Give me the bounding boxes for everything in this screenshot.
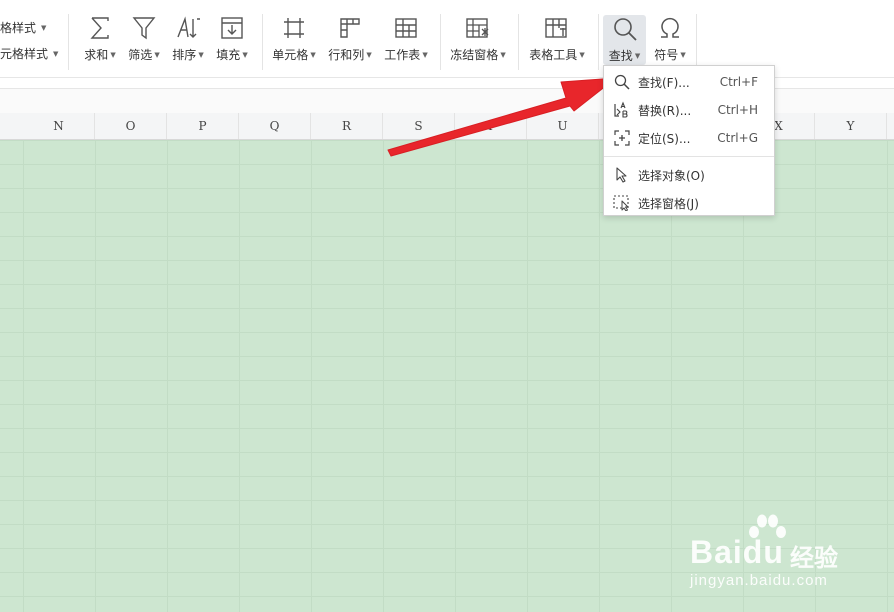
column-header-t[interactable]: T [455,113,527,139]
watermark-brand: Baidu [690,534,784,570]
menu-item-find[interactable]: 查找(F)... Ctrl+F [604,69,774,95]
cell-icon [280,14,308,42]
table-tools-button[interactable]: 表格工具 ▼ [527,14,587,68]
chevron-down-icon: ▼ [680,50,686,59]
column-header-u[interactable]: U [527,113,599,139]
find-label: 查找 [608,49,633,63]
freeze-panes-icon [464,14,492,42]
menu-item-replace-shortcut: Ctrl+H [717,103,758,117]
symbol-label: 符号 [654,48,679,62]
find-button[interactable]: 查找 ▼ [603,15,646,65]
watermark-url: jingyan.baidu.com [690,572,828,589]
sum-button[interactable]: 求和 ▼ [82,14,118,68]
chevron-down-icon: ▼ [53,49,59,58]
chevron-down-icon: ▼ [634,51,641,60]
freeze-panes-button[interactable]: 冻结窗格 ▼ [448,14,508,68]
column-header-r[interactable]: R [311,113,383,139]
locate-icon [612,130,632,146]
fill-button[interactable]: 填充 ▼ [214,14,250,68]
column-header-p[interactable]: P [167,113,239,139]
chevron-down-icon: ▼ [110,50,116,59]
chevron-down-icon: ▼ [310,50,316,59]
sort-button[interactable]: 排序 ▼ [170,14,206,68]
menu-item-replace[interactable]: 替换(R)... Ctrl+H [604,97,774,123]
selection-pane-icon [612,195,632,211]
column-header-o[interactable]: O [95,113,167,139]
row-column-button[interactable]: 行和列 ▼ [326,14,374,68]
chevron-down-icon: ▼ [41,23,47,32]
cell-style-label: 单元格样式 [0,47,49,61]
toolbar-divider [68,14,69,70]
menu-item-selection-pane-label: 选择窗格(J) [638,196,699,211]
cell-label: 单元格 [272,48,309,62]
row-column-label: 行和列 [328,48,365,62]
magnifier-icon [611,15,639,43]
sum-label: 求和 [84,48,109,62]
filter-button[interactable]: 筛选 ▼ [126,14,162,68]
column-header-q[interactable]: Q [239,113,311,139]
symbol-button[interactable]: 符号 ▼ [650,14,690,68]
worksheet-icon [392,14,420,42]
menu-item-locate[interactable]: 定位(S)... Ctrl+G [604,125,774,151]
toolbar-divider [262,14,263,70]
chevron-down-icon: ▼ [422,50,428,59]
worksheet-label: 工作表 [384,48,421,62]
freeze-panes-label: 冻结窗格 [450,48,499,62]
sort-icon [174,14,202,42]
fill-label: 填充 [216,48,241,62]
chevron-down-icon: ▼ [242,50,248,59]
column-header-s[interactable]: S [383,113,455,139]
menu-item-locate-shortcut: Ctrl+G [717,131,758,145]
menu-item-replace-label: 替换(R)... [638,103,692,118]
toolbar-divider [696,14,697,70]
menu-divider [604,156,774,157]
chevron-down-icon: ▼ [579,50,585,59]
cell-style-button[interactable]: 单元格样式 ▼ [0,45,58,62]
chevron-down-icon: ▼ [198,50,204,59]
toolbar-divider [518,14,519,70]
sort-label: 排序 [172,48,197,62]
funnel-icon [130,14,158,42]
toolbar-divider [598,14,599,70]
pointer-icon [612,167,632,183]
menu-item-find-shortcut: Ctrl+F [719,75,758,89]
magnifier-icon [612,74,632,90]
menu-item-select-objects-label: 选择对象(O) [638,168,705,183]
fill-down-icon [218,14,246,42]
table-tools-icon [543,14,571,42]
column-header-n[interactable]: N [23,113,95,139]
row-column-icon [336,14,364,42]
chevron-down-icon: ▼ [366,50,372,59]
cell-button[interactable]: 单元格 ▼ [270,14,318,68]
omega-icon [656,14,684,42]
replace-icon [612,101,632,119]
menu-item-selection-pane[interactable]: 选择窗格(J) [604,190,774,216]
menu-item-locate-label: 定位(S)... [638,131,691,146]
baidu-jingyan-watermark: Baidu 经验 jingyan.baidu.com [690,512,860,600]
find-dropdown-menu: 查找(F)... Ctrl+F 替换(R)... Ctrl+H 定位(S)...… [603,65,775,216]
chevron-down-icon: ▼ [154,50,160,59]
table-style-button[interactable]: 表格样式 ▼ [0,19,46,36]
menu-item-select-objects[interactable]: 选择对象(O) [604,162,774,188]
menu-item-find-label: 查找(F)... [638,75,690,90]
column-header-y[interactable]: Y [815,113,887,139]
filter-label: 筛选 [128,48,153,62]
table-style-label: 表格样式 [0,21,37,35]
sigma-icon [86,14,114,42]
toolbar-divider [440,14,441,70]
watermark-brand-cn: 经验 [790,544,838,572]
table-tools-label: 表格工具 [529,48,578,62]
worksheet-button[interactable]: 工作表 ▼ [382,14,430,68]
chevron-down-icon: ▼ [500,50,506,59]
